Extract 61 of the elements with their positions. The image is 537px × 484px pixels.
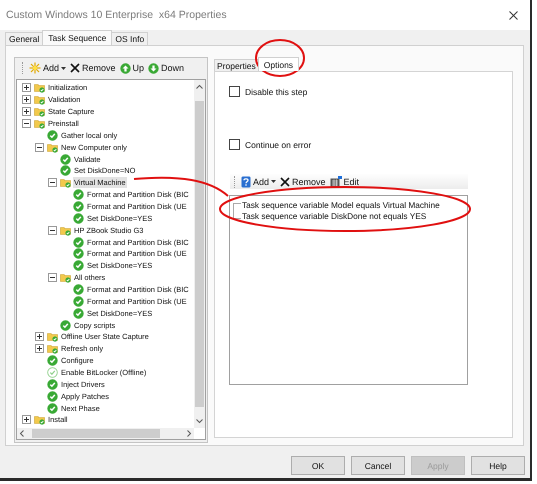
caret-icon [61,66,66,70]
x-icon [280,176,290,186]
close-icon[interactable] [509,10,518,20]
scroll-right-icon[interactable] [187,430,192,437]
expand-icon[interactable] [22,83,31,92]
up-button[interactable]: Up [120,62,144,74]
folder-icon [34,94,45,106]
tab[interactable]: General [5,32,44,45]
vertical-scrollbar[interactable] [194,80,205,428]
folder-icon [60,272,71,284]
down-arrow-icon [148,62,160,74]
folder-icon [47,142,58,153]
help-icon [241,176,251,188]
expand-icon[interactable] [22,415,31,424]
collapse-icon[interactable] [48,178,57,188]
folder-icon [60,224,71,236]
x-icon [70,63,80,73]
remove-button[interactable]: Remove [280,176,326,186]
tab[interactable]: Task Sequence [42,30,112,45]
expand-icon[interactable] [22,95,31,104]
condition-item[interactable]: Task sequence variable Model equals Virtual Machine [242,200,440,210]
scroll-down-icon[interactable] [196,419,203,424]
edit-button[interactable]: Edit [330,176,360,187]
folder-icon [47,331,58,342]
collapse-icon[interactable] [22,119,31,128]
up-arrow-icon [120,62,131,74]
down-button[interactable]: Down [148,62,184,74]
folder-icon [47,343,58,354]
remove-button[interactable]: Remove [70,63,116,73]
folder-icon [34,82,45,94]
folder-icon [34,106,45,118]
collapse-icon[interactable] [48,226,57,235]
tab[interactable]: Options [258,57,300,71]
dialog-button[interactable]: Cancel [351,456,405,475]
dialog-button[interactable]: OK [291,456,345,475]
add-button[interactable]: Add [241,176,276,188]
edit-icon [330,176,342,187]
collapse-icon[interactable] [48,273,57,282]
tab[interactable]: OS Info [111,32,148,45]
checkbox[interactable] [229,86,240,97]
checkbox-label: Continue on error [245,140,312,150]
folder-icon [34,118,45,129]
add-button[interactable]: Add [29,62,66,74]
folder-icon [60,177,71,188]
horizontal-scrollbar[interactable] [17,428,194,439]
folder-icon [34,414,45,426]
expand-icon[interactable] [35,332,44,342]
expand-icon[interactable] [22,107,31,116]
expand-icon[interactable] [35,344,44,354]
collapse-icon[interactable] [35,142,44,152]
window-title: Custom Windows 10 Enterprise x64 Properties [6,9,227,21]
highlight-circle [255,39,305,77]
tab[interactable]: Properties [214,59,259,71]
scroll-left-icon[interactable] [19,430,24,437]
caret-icon [271,180,276,183]
checkbox-label: Disable this step [245,86,308,96]
condition-item[interactable]: Task sequence variable DiskDone not equals YES [242,211,426,221]
dialog-button[interactable]: Help [471,456,525,475]
sparkle-icon [29,62,41,74]
checkbox[interactable] [229,139,240,150]
scroll-up-icon[interactable] [196,84,203,89]
